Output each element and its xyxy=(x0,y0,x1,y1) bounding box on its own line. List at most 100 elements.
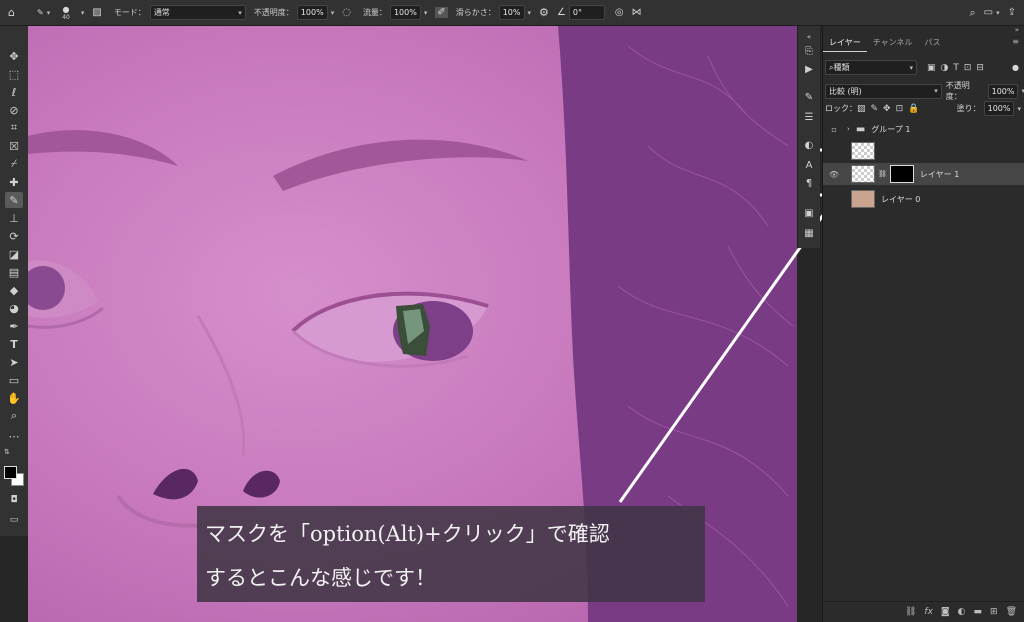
rectangle-tool-icon[interactable]: ▭ xyxy=(5,372,23,388)
zoom-tool-icon[interactable]: ⌕ xyxy=(5,408,23,424)
gear-icon[interactable]: ⚙ xyxy=(539,6,549,19)
brush-tool-icon[interactable]: ✎ xyxy=(37,8,44,17)
options-bar: ⌂ ✎ ▾ ● 40 ▾ ▨ モード： 通常 ▾ 不透明度： 100% ▾ ◌ 流量：… xyxy=(0,0,1024,26)
pressure-opacity-icon[interactable]: ◌ xyxy=(342,7,351,18)
brush-preset-icon[interactable]: ● xyxy=(63,5,70,14)
frame-tool-icon[interactable]: ☒ xyxy=(5,138,23,154)
smoothing-input[interactable]: 10% xyxy=(498,5,525,20)
fill-input[interactable]: 100% xyxy=(983,101,1015,116)
healing-brush-tool-icon[interactable]: ✚ xyxy=(5,174,23,190)
mode-select[interactable]: 通常 ▾ xyxy=(149,5,246,20)
chevron-down-icon[interactable]: ▾ xyxy=(424,9,428,17)
hand-tool-icon[interactable]: ✋ xyxy=(5,390,23,406)
history-brush-tool-icon[interactable]: ⟳ xyxy=(5,228,23,244)
brush-tool-icon[interactable]: ✎ xyxy=(5,192,23,208)
new-group-icon[interactable]: ▬ xyxy=(974,607,983,617)
foreground-color-swatch[interactable] xyxy=(4,466,17,479)
swap-colors-icon[interactable]: ⇅ xyxy=(4,448,10,456)
brush-settings-icon[interactable]: ▨ xyxy=(92,7,101,18)
filter-icons[interactable]: ▣◑T⊡⊟ xyxy=(927,63,989,73)
fx-icon[interactable]: fx xyxy=(924,607,933,617)
layer-row-empty[interactable] xyxy=(823,140,1024,162)
blur-tool-icon[interactable]: ◆ xyxy=(5,282,23,298)
pressure-size-icon[interactable]: ◎ xyxy=(615,7,624,18)
filter-kind-select[interactable]: ⌕種類 ▾ xyxy=(825,60,917,75)
chevron-down-icon[interactable]: ▾ xyxy=(996,9,1000,17)
chevron-down-icon[interactable]: ▾ xyxy=(528,9,532,17)
angle-icon: ∠ xyxy=(556,7,566,18)
brush-panel-icon[interactable]: ✎ xyxy=(801,90,817,104)
screen-mode-icon[interactable]: ▭ xyxy=(5,512,23,528)
link-layers-icon[interactable]: ⛓ xyxy=(905,607,916,617)
add-mask-icon[interactable]: ◙ xyxy=(941,607,950,617)
history-panel-icon[interactable]: ⎘ xyxy=(801,44,817,58)
character-panel-icon[interactable]: A xyxy=(801,158,817,172)
tab-layers[interactable]: レイヤー xyxy=(823,34,867,52)
opacity-input[interactable]: 100% xyxy=(296,5,328,20)
link-icon[interactable]: ⛓ xyxy=(878,170,887,178)
adjust-panel-icon[interactable]: ☰ xyxy=(801,110,817,124)
workspace-icon[interactable]: ▭ xyxy=(984,7,993,18)
layer-opacity-input[interactable]: 100% xyxy=(987,83,1019,99)
layer-row-layer-0[interactable]: レイヤー 0 xyxy=(823,188,1024,210)
layer-name: レイヤー 0 xyxy=(881,194,921,204)
symmetry-icon[interactable]: ⋈ xyxy=(632,7,642,18)
more-tools-icon[interactable]: ⋯ xyxy=(5,428,23,444)
adjustment-layer-icon[interactable]: ◐ xyxy=(958,607,966,617)
lasso-tool-icon[interactable]: ℓ xyxy=(5,84,23,100)
panel-menu-icon[interactable]: ≡ xyxy=(1012,34,1019,52)
flow-input[interactable]: 100% xyxy=(389,5,421,20)
layer-thumbnail xyxy=(851,142,875,160)
visibility-off-icon[interactable]: ▫ xyxy=(827,125,841,134)
chevron-right-icon[interactable]: › xyxy=(847,125,850,133)
chevron-down-icon[interactable]: ▾ xyxy=(81,9,85,17)
trash-icon[interactable]: 🗑 xyxy=(1006,607,1017,617)
libraries-panel-icon[interactable]: ▦ xyxy=(801,226,817,240)
airbrush-icon[interactable]: ✐ xyxy=(435,7,448,18)
gradient-tool-icon[interactable]: ▤ xyxy=(5,264,23,280)
dodge-tool-icon[interactable]: ◕ xyxy=(5,300,23,316)
chevron-down-icon: ▾ xyxy=(238,8,242,17)
paragraph-panel-icon[interactable]: ¶ xyxy=(801,176,817,190)
quick-mask-icon[interactable]: ◘ xyxy=(5,492,23,508)
panel-dock-strip: « ⎘ ▶ ✎ ☰ ◐ A ¶ ▣ ▦ xyxy=(797,26,820,248)
filter-toggle-icon[interactable]: ● xyxy=(1012,63,1019,72)
chevron-down-icon[interactable]: ▾ xyxy=(331,9,335,17)
panel-tabs: レイヤー チャンネル パス ≡ xyxy=(823,34,1024,52)
adjustments-icon[interactable]: ◐ xyxy=(801,138,817,152)
type-tool-icon[interactable]: T xyxy=(5,336,23,352)
quick-select-tool-icon[interactable]: ⊘ xyxy=(5,102,23,118)
marquee-tool-icon[interactable]: ⬚ xyxy=(5,66,23,82)
flow-label: 流量： xyxy=(362,8,387,17)
new-layer-icon[interactable]: ⊞ xyxy=(990,607,998,617)
eyedropper-tool-icon[interactable]: ⌿ xyxy=(5,156,23,172)
home-icon[interactable]: ⌂ xyxy=(8,6,15,19)
layer-mask-thumbnail[interactable] xyxy=(889,165,914,183)
collapse-icon[interactable]: « xyxy=(801,30,817,44)
move-tool-icon[interactable]: ✥ xyxy=(5,48,23,64)
layer-name: グループ 1 xyxy=(871,124,911,134)
eraser-tool-icon[interactable]: ◪ xyxy=(5,246,23,262)
layer-row-group-1[interactable]: ▫ › ▬ グループ 1 xyxy=(823,118,1024,140)
layer-opacity-label: 不透明度： xyxy=(945,81,970,101)
path-select-tool-icon[interactable]: ➤ xyxy=(5,354,23,370)
chevron-down-icon[interactable]: ▾ xyxy=(47,9,51,17)
share-icon[interactable]: ⇪ xyxy=(1008,7,1016,18)
blend-mode-select[interactable]: 比較 (明) ▾ xyxy=(825,83,942,99)
chevron-down-icon[interactable]: ▾ xyxy=(1017,105,1021,113)
properties-panel-icon[interactable]: ▣ xyxy=(801,206,817,220)
tab-channels[interactable]: チャンネル xyxy=(867,34,919,52)
play-action-icon[interactable]: ▶ xyxy=(801,62,817,76)
angle-input[interactable]: 0° xyxy=(568,5,605,20)
layer-row-layer-1[interactable]: 👁 ⛓ レイヤー 1 xyxy=(823,163,1024,185)
crop-tool-icon[interactable]: ⌗ xyxy=(5,120,23,136)
search-icon[interactable]: ⌕ xyxy=(969,6,975,20)
fill-label: 塗り： xyxy=(956,104,981,113)
lock-icons[interactable]: ▨✎✥⊡🔒 xyxy=(857,104,924,114)
stamp-tool-icon[interactable]: ⊥ xyxy=(5,210,23,226)
eye-icon[interactable]: 👁 xyxy=(827,170,841,179)
mode-value: 通常 xyxy=(153,8,170,17)
pen-tool-icon[interactable]: ✒ xyxy=(5,318,23,334)
collapse-icon[interactable]: » xyxy=(1015,26,1019,34)
tab-paths[interactable]: パス xyxy=(919,34,947,52)
